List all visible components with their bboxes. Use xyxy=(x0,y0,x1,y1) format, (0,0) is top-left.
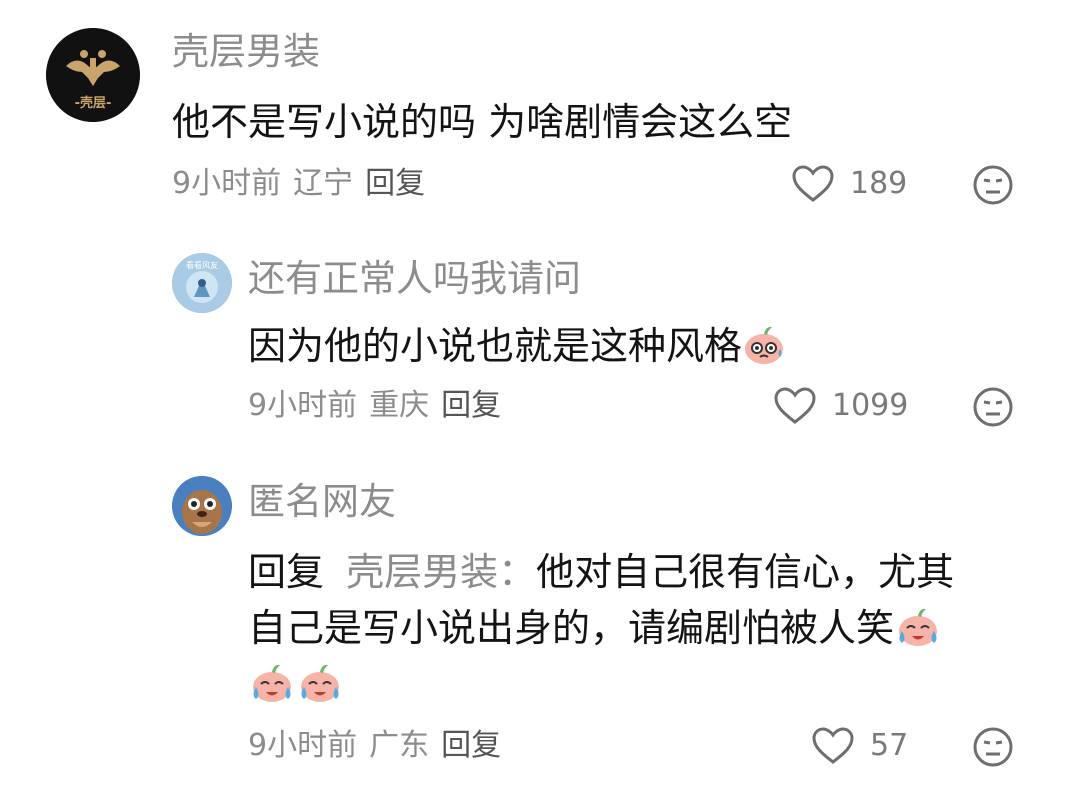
comment-time: 9小时前 xyxy=(172,166,282,201)
like-button[interactable]: 189 xyxy=(792,164,907,204)
crying-emoji-icon xyxy=(301,664,339,702)
sweat-emoji-icon xyxy=(745,326,784,364)
like-count: 57 xyxy=(870,728,909,763)
avatar-text: 看看风友 xyxy=(186,261,218,270)
avatar-logo-text: -壳层- xyxy=(74,96,112,111)
reply-text: 因为他的小说也就是这种风格 xyxy=(248,318,788,374)
reply-text-content: 因为他的小说也就是这种风格 xyxy=(248,324,743,368)
reply-prefix: 回复 xyxy=(248,550,325,594)
reply-button[interactable]: 回复 xyxy=(441,388,501,423)
reply-location: 广东 xyxy=(369,728,430,763)
heart-icon xyxy=(812,727,854,764)
reply-location: 重庆 xyxy=(369,388,430,423)
reply-button[interactable]: 回复 xyxy=(441,728,501,763)
comment-text: 他不是写小说的吗 为啥剧情会这么空 xyxy=(172,100,793,144)
crying-emoji-icon xyxy=(253,664,291,702)
reply-username[interactable]: 还有正常人吗我请问 xyxy=(248,257,581,301)
reply-username[interactable]: 匿名网友 xyxy=(248,480,396,524)
emoji-line xyxy=(248,656,1038,712)
like-count: 189 xyxy=(850,166,908,201)
reply-text-content: 他对自己很有信心，尤其 xyxy=(536,550,955,594)
like-count: 1099 xyxy=(832,388,909,423)
avatar[interactable]: -壳层- xyxy=(46,28,140,122)
comment-username[interactable]: 壳层男装 xyxy=(172,30,320,74)
avatar[interactable] xyxy=(172,476,232,536)
reply-button[interactable]: 回复 xyxy=(365,166,425,201)
reply-time: 9小时前 xyxy=(248,388,358,423)
like-button[interactable]: 57 xyxy=(812,726,908,766)
comment-meta: 9小时前 辽宁 回复 xyxy=(172,164,437,204)
reply-text: 回复 壳层男装：他对自己很有信心，尤其 自己是写小说出身的，请编剧怕被人笑 xyxy=(248,544,1038,712)
heart-icon xyxy=(792,165,834,202)
avatar[interactable]: 看看风友 xyxy=(172,253,232,313)
reply-time: 9小时前 xyxy=(248,728,358,763)
reply-text-content: 自己是写小说出身的，请编剧怕被人笑 xyxy=(248,606,895,650)
like-button[interactable]: 1099 xyxy=(774,386,908,426)
dislike-face-icon[interactable] xyxy=(972,726,1014,768)
reply-meta: 9小时前 广东 回复 xyxy=(248,726,513,766)
dislike-face-icon[interactable] xyxy=(972,386,1014,428)
reply-text-line: 回复 壳层男装：他对自己很有信心，尤其 xyxy=(248,544,1038,600)
crying-emoji-icon xyxy=(899,608,938,646)
beaver-avatar-icon xyxy=(172,476,232,536)
heart-icon xyxy=(774,387,816,424)
reply-text-line: 自己是写小说出身的，请编剧怕被人笑 xyxy=(248,600,1038,656)
reply-to-user[interactable]: 壳层男装： xyxy=(346,550,536,594)
comment-location: 辽宁 xyxy=(293,166,354,201)
reply-meta: 9小时前 重庆 回复 xyxy=(248,386,513,426)
dislike-face-icon[interactable] xyxy=(972,164,1014,206)
